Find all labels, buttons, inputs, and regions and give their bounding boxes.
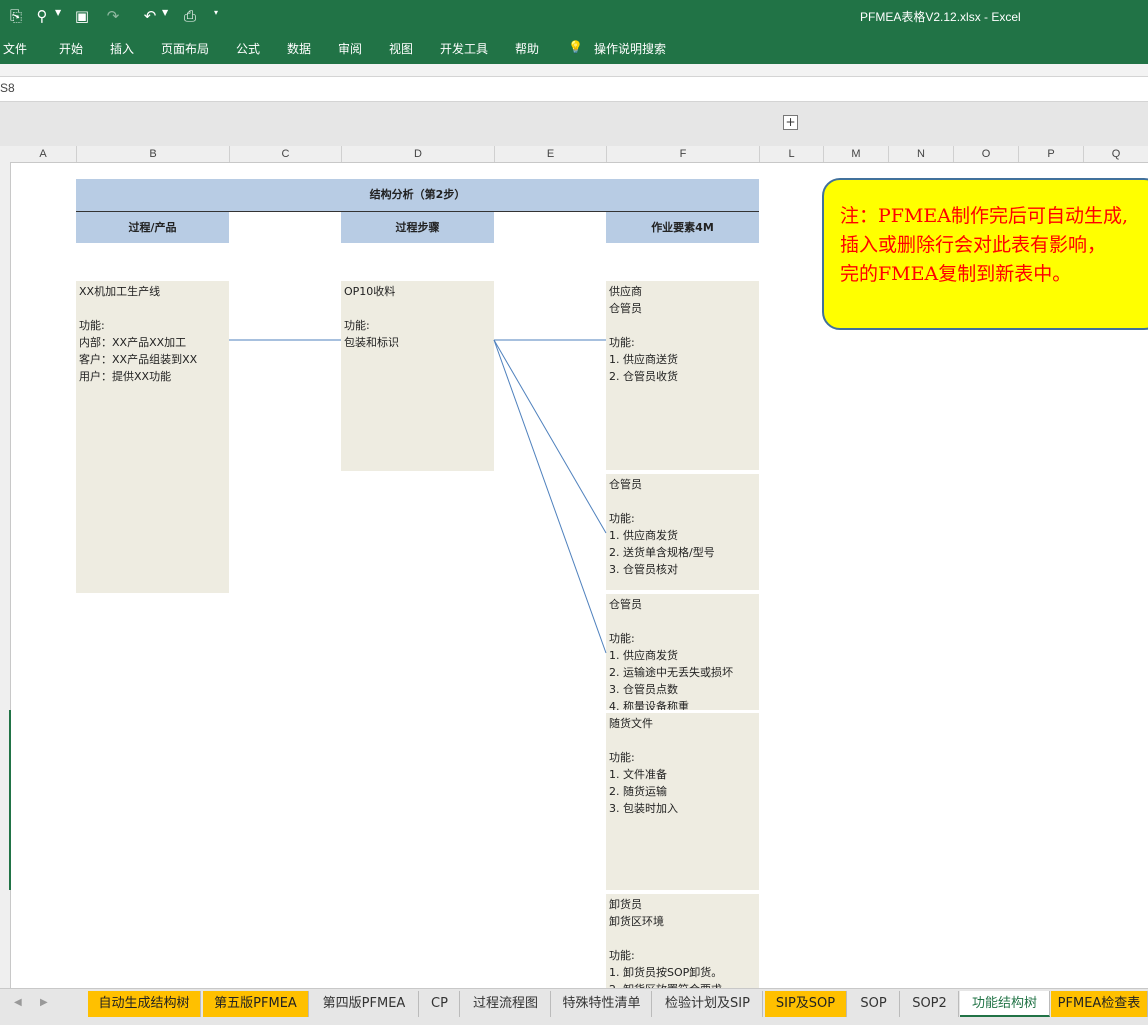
tab-scroll-right-icon[interactable]: ▶ [40,997,48,1008]
tab-sop2[interactable]: SOP2 [901,991,959,1017]
tab-special-characteristics[interactable]: 特殊特性清单 [552,991,652,1017]
tab-function-structure-tree[interactable]: 功能结构树 [960,991,1050,1017]
tab-sip-sop[interactable]: SIP及SOP [765,991,847,1017]
connector-line [493,339,607,654]
tab-cp[interactable]: CP [420,991,460,1017]
tab-sop[interactable]: SOP [848,991,900,1017]
tab-pfmea-checklist[interactable]: PFMEA检查表 [1051,991,1148,1017]
tab-process-flow[interactable]: 过程流程图 [461,991,551,1017]
tab-pfmea-v4[interactable]: 第四版PFMEA [310,991,419,1017]
tab-inspection-plan-sip[interactable]: 检验计划及SIP [653,991,763,1017]
tab-scroll-left-icon[interactable]: ◀ [14,997,22,1008]
tab-auto-structure-tree[interactable]: 自动生成结构树 [88,991,201,1017]
note-callout[interactable]: 注：PFMEA制作完后可自动生成, 插入或删除行会对此表有影响， 完的FMEA复… [822,178,1148,330]
note-text: 注：PFMEA制作完后可自动生成, 插入或删除行会对此表有影响， 完的FMEA复… [840,205,1129,285]
sheet-tab-bar: ◀ ▶ 自动生成结构树 第五版PFMEA 第四版PFMEA CP 过程流程图 特… [0,988,1148,1025]
connector-lines [229,339,607,654]
connector-line [493,339,607,534]
tab-pfmea-v5[interactable]: 第五版PFMEA [203,991,309,1017]
